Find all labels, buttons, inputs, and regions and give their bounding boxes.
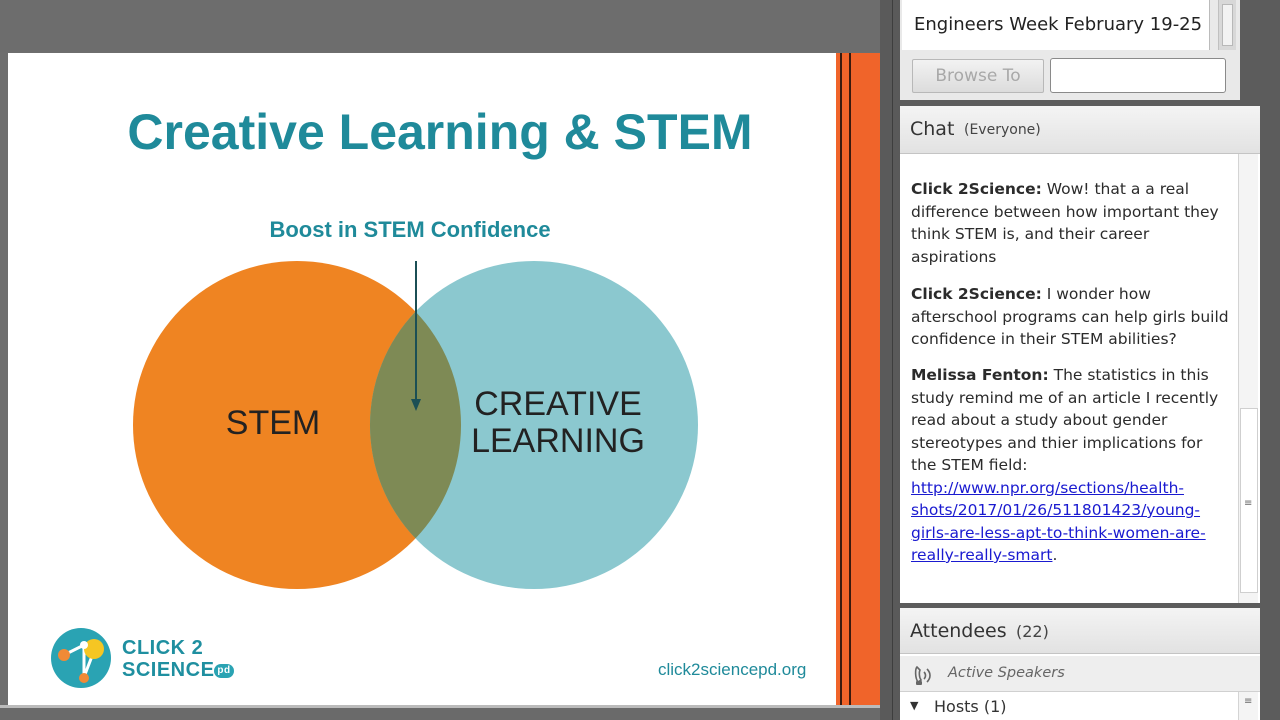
logo-line-text: SCIENCE	[122, 659, 215, 681]
web-links-pod: Engineers Week February 19-25 Browse To	[900, 0, 1240, 100]
pod-divider-line	[892, 0, 893, 720]
chat-title: Chat	[910, 118, 955, 140]
slide-url: click2sciencepd.org	[658, 660, 807, 679]
venn-label-line: CREATIVE	[474, 385, 642, 423]
chat-message: Click 2Science: I wonder how afterschool…	[911, 283, 1229, 351]
slide: Creative Learning & STEM Boost in STEM C…	[8, 53, 880, 705]
chat-header: Chat (Everyone)	[900, 106, 1260, 154]
attendees-scrollbar[interactable]: ≡	[1238, 692, 1258, 720]
venn-diagram	[133, 261, 698, 589]
attendees-count: (22)	[1016, 622, 1049, 641]
web-link-item[interactable]: Engineers Week February 19-25	[914, 14, 1210, 35]
scrollbar-grip-icon: ≡	[1244, 498, 1253, 509]
chat-pod: Chat (Everyone) Click 2Science: Wow! tha…	[900, 106, 1260, 603]
presentation-area: Creative Learning & STEM Boost in STEM C…	[0, 0, 880, 720]
chat-message: Melissa Fenton: The statistics in this s…	[911, 364, 1229, 567]
browse-to-button[interactable]: Browse To	[912, 59, 1044, 93]
active-speakers-row: Active Speakers	[900, 656, 1260, 692]
logo-wordmark: CLICK 2 SCIENCE pd	[122, 637, 234, 681]
molecule-icon	[51, 628, 111, 688]
right-panel: Engineers Week February 19-25 Browse To …	[900, 0, 1280, 720]
scrollbar-grip-icon: ≡	[1244, 696, 1253, 707]
click2science-logo: CLICK 2 SCIENCE pd	[50, 625, 250, 691]
browse-url-input[interactable]	[1050, 58, 1226, 93]
collapse-triangle-icon[interactable]: ▼	[910, 699, 918, 712]
chat-author: Click 2Science:	[911, 180, 1042, 198]
pod-divider[interactable]	[880, 0, 900, 720]
venn-label-stem: STEM	[225, 404, 321, 442]
logo-line: SCIENCE pd	[122, 659, 234, 681]
chat-messages: Click 2Science: Wow! that a a real diffe…	[900, 154, 1238, 603]
chat-text: .	[1052, 546, 1058, 564]
slide-orange-strip	[836, 53, 880, 705]
chat-scrollbar[interactable]	[1238, 154, 1258, 603]
chat-author: Melissa Fenton:	[911, 366, 1049, 384]
web-link-list[interactable]: Engineers Week February 19-25	[902, 0, 1210, 50]
slide-strip-line	[849, 53, 851, 705]
venn-label-creative-learning: CREATIVE LEARNING	[453, 386, 663, 460]
logo-line: CLICK 2	[122, 637, 204, 659]
stage-bottom-bar	[0, 705, 880, 720]
venn-label-line: LEARNING	[471, 422, 645, 460]
attendees-header: Attendees (22)	[900, 608, 1260, 654]
hosts-group-label: Hosts (1)	[934, 697, 1007, 716]
logo-pd-badge: pd	[214, 663, 234, 678]
chat-message: Click 2Science: Wow! that a a real diffe…	[911, 178, 1229, 268]
attendees-title: Attendees	[910, 620, 1007, 642]
chat-link[interactable]: http://www.npr.org/sections/health-shots…	[911, 479, 1206, 565]
chat-scope: (Everyone)	[964, 122, 1041, 138]
active-speaker-icon	[914, 665, 931, 685]
scrollbar-thumb[interactable]	[1222, 4, 1233, 46]
attendees-pod: Attendees (22) Active Speakers ▼ Hosts (…	[900, 608, 1260, 720]
hosts-group-row[interactable]: ▼ Hosts (1)	[900, 694, 1238, 720]
active-speakers-label: Active Speakers	[948, 665, 1065, 681]
chat-author: Click 2Science:	[911, 285, 1042, 303]
web-link-scrollbar[interactable]	[1218, 0, 1236, 50]
slide-strip-line	[840, 53, 842, 705]
stage-top-bar	[0, 0, 880, 52]
